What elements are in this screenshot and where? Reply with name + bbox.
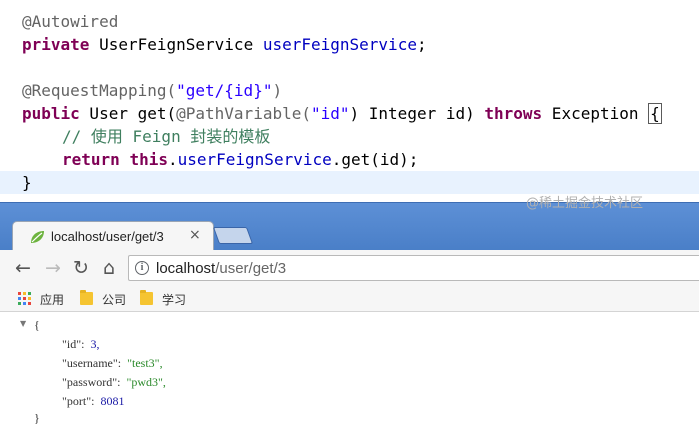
- field-ref: userFeignService: [177, 150, 332, 169]
- code-line-6: // 使用 Feign 封装的模板: [0, 125, 699, 148]
- home-icon[interactable]: ⌂: [98, 257, 120, 279]
- code-editor[interactable]: @Autowired private UserFeignService user…: [0, 0, 699, 200]
- method-signature-a: User get(: [79, 104, 177, 123]
- apps-icon: [18, 292, 31, 305]
- json-value: "pwd3",: [126, 375, 166, 389]
- new-tab-button[interactable]: [212, 227, 254, 244]
- annotation-request-mapping: @RequestMapping(: [22, 81, 177, 100]
- url-host: localhost: [156, 260, 216, 277]
- json-value: 3,: [90, 337, 100, 351]
- json-value: 8081: [100, 394, 125, 408]
- bookmark-folder-company[interactable]: 公司: [80, 290, 130, 308]
- folder-icon: [80, 290, 93, 305]
- dot: .: [167, 150, 178, 169]
- bookmark-label: 应用: [40, 293, 65, 307]
- reload-icon[interactable]: ↻: [70, 257, 92, 279]
- open-brace-highlight: {: [648, 103, 662, 124]
- code-line-7: return this.userFeignService.get(id);: [0, 148, 699, 171]
- url-text[interactable]: localhost/user/get/3: [156, 260, 286, 277]
- url-path: /user/get/3: [215, 260, 287, 277]
- browser-window: localhost/user/get/3 × ← → ↻ ⌂ i localho…: [0, 202, 699, 427]
- keyword-this: this: [129, 150, 168, 169]
- forward-arrow-icon[interactable]: →: [42, 257, 64, 279]
- bookmark-folder-study[interactable]: 学习: [140, 290, 190, 308]
- bookmark-label: 公司: [102, 293, 127, 307]
- tab-title: localhost/user/get/3: [51, 229, 164, 244]
- method-call: .get(id);: [331, 150, 419, 169]
- folder-icon: [140, 290, 153, 305]
- bookmarks-bar: 应用 公司 学习: [0, 286, 699, 312]
- field-name: userFeignService: [262, 35, 417, 54]
- json-key: "id":: [62, 337, 85, 351]
- code-line-1: @Autowired: [0, 10, 699, 33]
- watermark-text: @稀土掘金技术社区: [526, 196, 644, 211]
- json-open-brace: {: [34, 318, 40, 332]
- json-value: "test3",: [127, 356, 163, 370]
- annotation-autowired: @Autowired: [22, 12, 119, 31]
- keyword-throws: throws: [484, 104, 543, 123]
- annotation-close-paren: ): [272, 81, 283, 100]
- keyword-private: private: [22, 35, 90, 54]
- json-row-password: "password": "pwd3",: [62, 373, 166, 392]
- type-name: UserFeignService: [89, 35, 263, 54]
- path-variable-string: "id": [310, 104, 350, 123]
- site-info-icon[interactable]: i: [135, 261, 149, 275]
- method-signature-c: Exception: [542, 104, 649, 123]
- bookmark-apps[interactable]: 应用: [18, 290, 68, 308]
- browser-tab-active[interactable]: localhost/user/get/3 ×: [12, 221, 214, 251]
- back-arrow-icon[interactable]: ←: [12, 257, 34, 279]
- code-line-2: private UserFeignService userFeignServic…: [0, 33, 699, 56]
- json-key: "password":: [62, 375, 121, 389]
- json-row-id: "id": 3,: [62, 335, 99, 354]
- address-bar[interactable]: i localhost/user/get/3: [128, 255, 699, 281]
- close-brace: }: [22, 173, 32, 192]
- code-comment: // 使用 Feign 封装的模板: [62, 127, 271, 146]
- method-signature-b: ) Integer id): [349, 104, 485, 123]
- spring-leaf-icon: [31, 231, 44, 243]
- code-line-5: public User get(@PathVariable("id") Inte…: [0, 102, 699, 125]
- json-key: "username":: [62, 356, 122, 370]
- keyword-return: return: [62, 150, 120, 169]
- tab-close-icon[interactable]: ×: [189, 227, 201, 243]
- json-key: "port":: [62, 394, 95, 408]
- browser-toolbar: ← → ↻ ⌂ i localhost/user/get/3: [0, 250, 699, 286]
- bookmark-label: 学习: [162, 293, 187, 307]
- json-row-username: "username": "test3",: [62, 354, 163, 373]
- code-line-8-current: }: [0, 171, 699, 194]
- keyword-public: public: [22, 104, 80, 123]
- semicolon: ;: [416, 35, 427, 54]
- annotation-path-variable: @PathVariable(: [176, 104, 311, 123]
- json-row-port: "port": 8081: [62, 392, 124, 411]
- json-close-brace: }: [34, 411, 40, 425]
- code-line-4: @RequestMapping("get/{id}"): [0, 79, 699, 102]
- page-content: ▼ { "id": 3, "username": "test3", "passw…: [0, 313, 699, 427]
- collapse-arrow-icon[interactable]: ▼: [20, 319, 26, 328]
- mapping-path-string: "get/{id}": [176, 81, 273, 100]
